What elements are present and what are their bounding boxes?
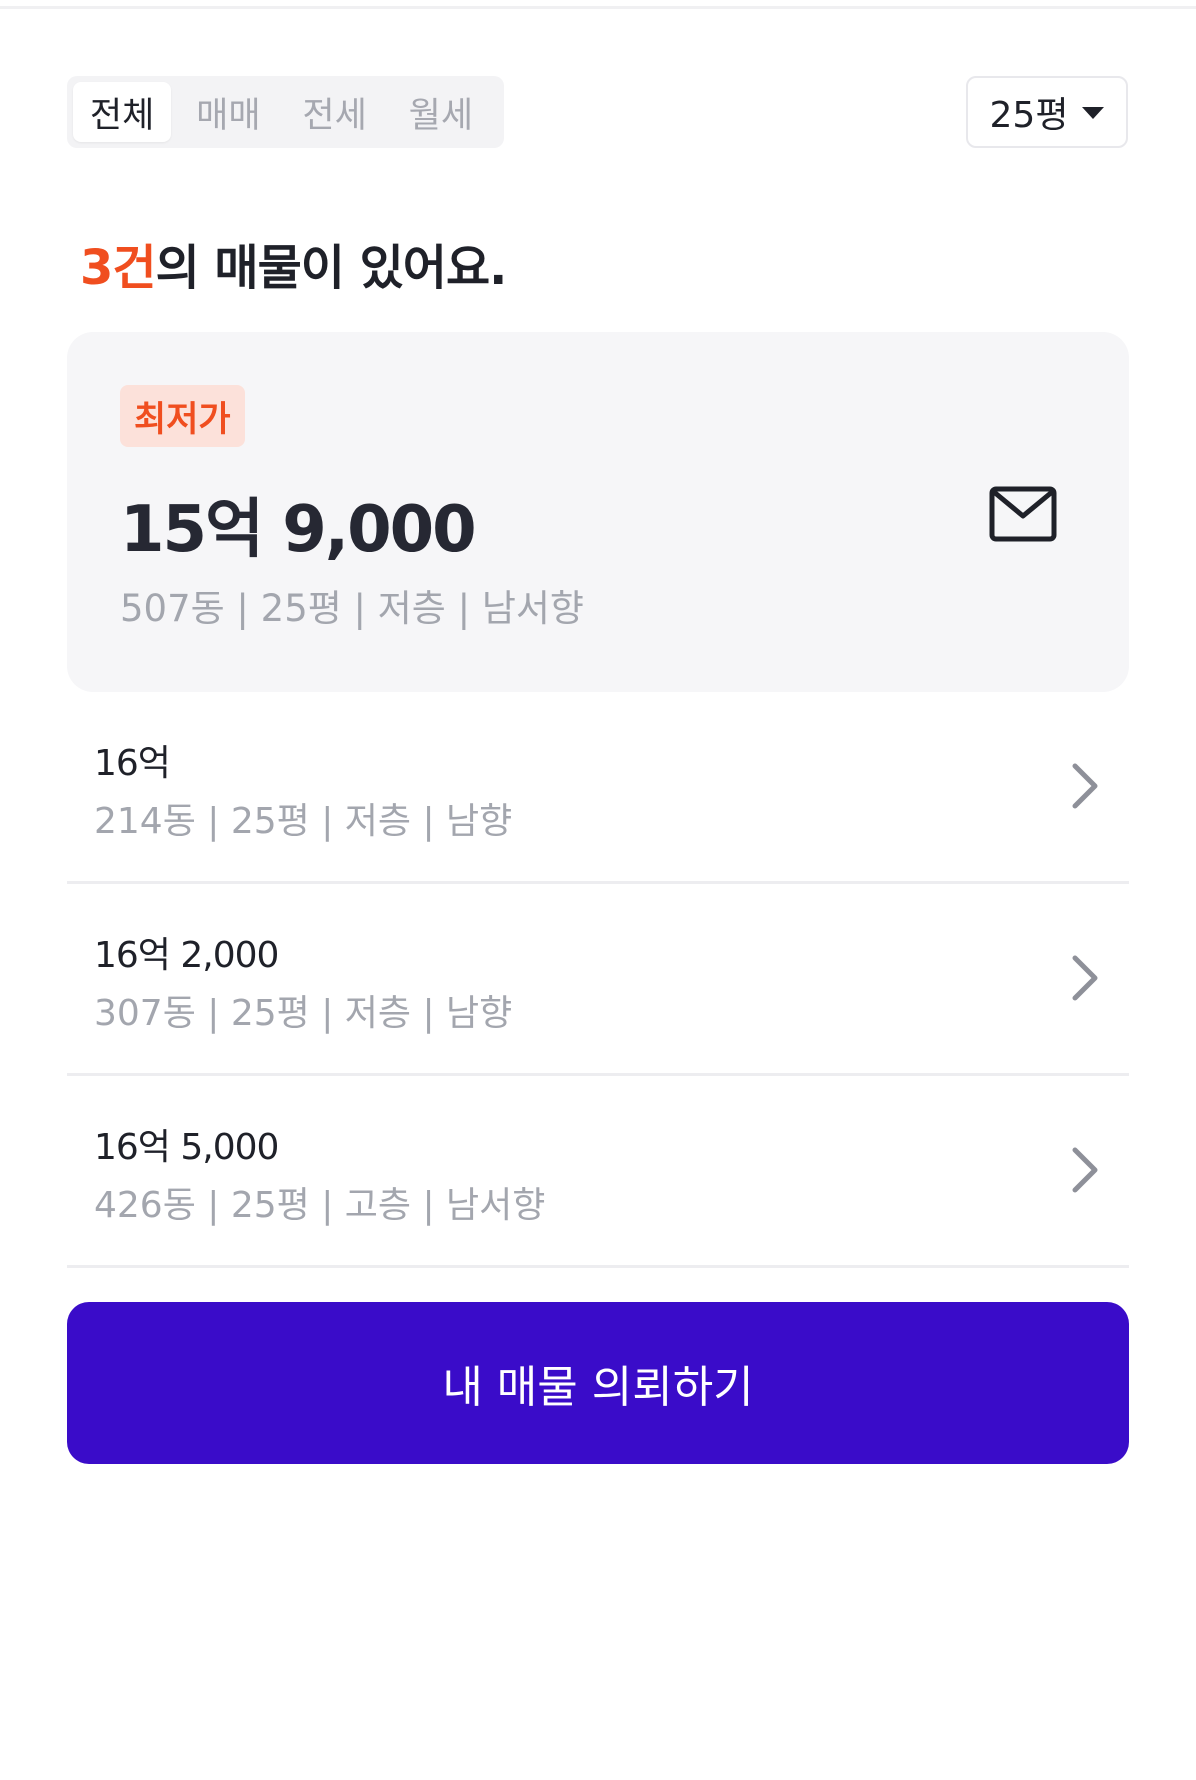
tab-monthly-rent[interactable]: 월세 bbox=[392, 82, 490, 142]
listing-details: 307동 | 25평 | 저층 | 남향 bbox=[94, 993, 513, 1034]
result-count: 3건 bbox=[80, 240, 157, 296]
lowest-price-badge: 최저가 bbox=[120, 385, 245, 447]
listing-details: 214동 | 25평 | 저층 | 남향 bbox=[94, 801, 513, 842]
listing-price: 16억 2,000 bbox=[94, 935, 279, 976]
chevron-right-icon bbox=[1072, 1147, 1098, 1193]
request-listing-button[interactable]: 내 매물 의뢰하기 bbox=[67, 1302, 1129, 1464]
listing-details: 426동 | 25평 | 고층 | 남서향 bbox=[94, 1185, 546, 1226]
tab-all[interactable]: 전체 bbox=[73, 82, 172, 142]
listing-list: 16억 214동 | 25평 | 저층 | 남향 16억 2,000 307동 … bbox=[67, 692, 1129, 1268]
listing-price: 16억 bbox=[94, 743, 171, 784]
caret-down-icon bbox=[1082, 107, 1105, 119]
list-item[interactable]: 16억 214동 | 25평 | 저층 | 남향 bbox=[67, 692, 1129, 884]
top-divider bbox=[0, 6, 1196, 9]
mail-icon[interactable] bbox=[989, 486, 1057, 542]
filter-bar: 전체 매매 전세 월세 25평 bbox=[67, 76, 1128, 148]
result-count-text: 의 매물이 있어요. bbox=[155, 240, 508, 296]
tab-jeonse[interactable]: 전세 bbox=[286, 82, 384, 142]
list-item[interactable]: 16억 2,000 307동 | 25평 | 저층 | 남향 bbox=[67, 884, 1129, 1076]
lowest-price-card[interactable]: 최저가 15억 9,000 507동 | 25평 | 저층 | 남서향 bbox=[67, 332, 1129, 692]
result-count-headline: 3건의 매물이 있어요. bbox=[80, 228, 508, 298]
chevron-right-icon bbox=[1072, 763, 1098, 809]
tab-sale[interactable]: 매매 bbox=[179, 82, 277, 142]
size-dropdown[interactable]: 25평 bbox=[966, 76, 1128, 148]
lowest-price-value: 15억 9,000 bbox=[120, 493, 477, 567]
list-item[interactable]: 16억 5,000 426동 | 25평 | 고층 | 남서향 bbox=[67, 1076, 1129, 1268]
size-dropdown-value: 25평 bbox=[989, 95, 1069, 136]
listing-price: 16억 5,000 bbox=[94, 1127, 279, 1168]
deal-type-tabs: 전체 매매 전세 월세 bbox=[67, 76, 504, 148]
chevron-right-icon bbox=[1072, 955, 1098, 1001]
lowest-price-details: 507동 | 25평 | 저층 | 남서향 bbox=[120, 587, 584, 630]
